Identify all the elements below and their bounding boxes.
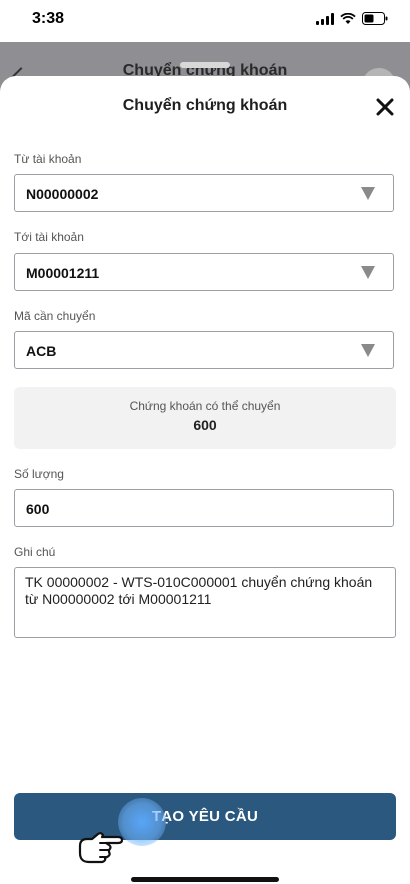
- note-textarea[interactable]: TK 00000002 - WTS-010C000001 chuyển chứn…: [14, 567, 396, 638]
- battery-icon: [362, 12, 388, 25]
- close-icon[interactable]: [372, 94, 398, 120]
- status-bar: 3:38: [0, 0, 410, 42]
- home-indicator: [131, 877, 279, 882]
- available-value: 600: [193, 417, 217, 433]
- symbol-select[interactable]: ACB: [14, 331, 394, 369]
- to-account-label: Tới tài khoản: [14, 230, 84, 244]
- signal-icon: [316, 12, 334, 25]
- sheet-grabber[interactable]: [180, 62, 230, 68]
- wifi-icon: [340, 12, 356, 25]
- dropdown-arrow-icon: [361, 187, 375, 200]
- note-label: Ghi chú: [14, 545, 56, 559]
- to-account-select[interactable]: M00001211: [14, 253, 394, 291]
- status-icons: [316, 12, 388, 25]
- pointing-hand-icon: [76, 826, 126, 871]
- available-label: Chứng khoán có thể chuyển: [129, 399, 281, 413]
- transfer-sheet: Chuyển chứng khoán Từ tài khoản N0000000…: [0, 62, 410, 884]
- dropdown-arrow-icon: [361, 344, 375, 357]
- quantity-value: 600: [26, 501, 50, 517]
- symbol-label: Mã cần chuyển: [14, 309, 96, 323]
- dropdown-arrow-icon: [361, 266, 375, 279]
- quantity-label: Số lượng: [14, 467, 64, 481]
- to-account-value: M00001211: [26, 265, 100, 281]
- status-time: 3:38: [32, 10, 65, 27]
- from-account-value: N00000002: [26, 186, 99, 202]
- quantity-input[interactable]: 600: [14, 489, 394, 527]
- sheet-title: Chuyển chứng khoán: [122, 97, 288, 114]
- symbol-value: ACB: [26, 343, 57, 359]
- from-account-select[interactable]: N00000002: [14, 174, 394, 212]
- submit-request-button[interactable]: TẠO YÊU CẦU: [14, 793, 396, 840]
- from-account-label: Từ tài khoản: [14, 152, 82, 166]
- available-box: Chứng khoán có thể chuyển 600: [14, 387, 396, 449]
